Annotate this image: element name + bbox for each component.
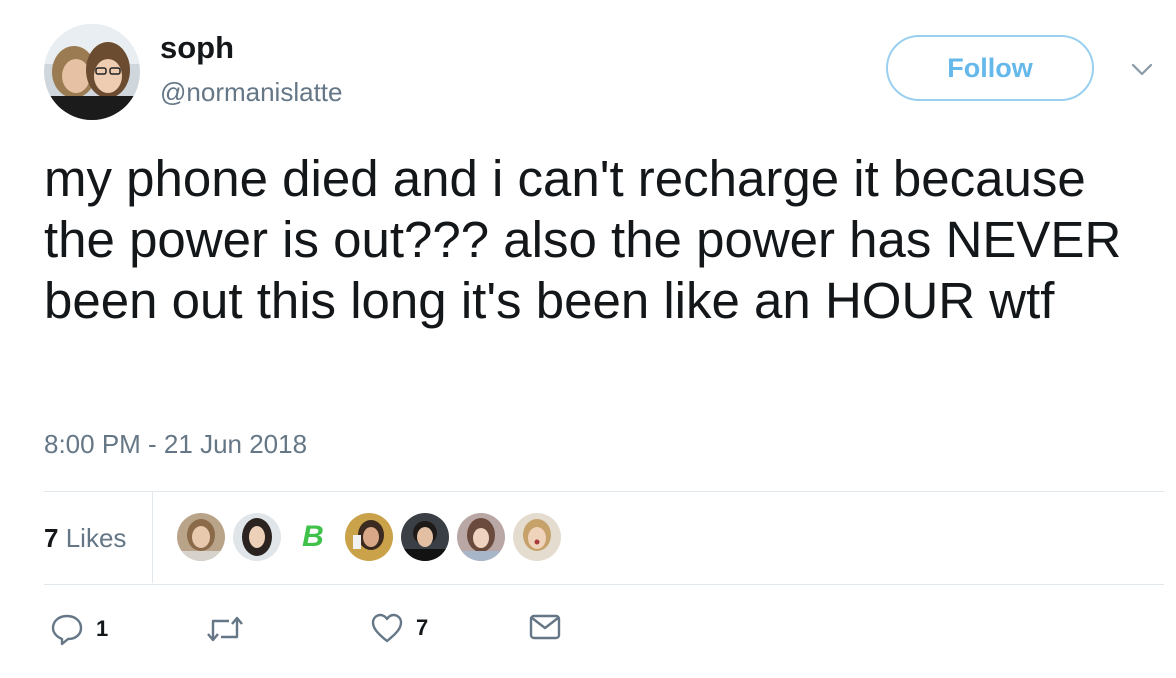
liker-avatar-6[interactable] <box>457 513 505 561</box>
tweet-timestamp[interactable]: 8:00 PM - 21 Jun 2018 <box>44 429 307 460</box>
reply-button[interactable]: 1 <box>50 612 108 646</box>
likes-label: Likes <box>65 523 127 553</box>
stats-bottom-divider <box>44 584 1164 585</box>
heart-icon <box>370 612 404 644</box>
retweet-button[interactable] <box>205 612 257 646</box>
reply-count: 1 <box>96 616 109 641</box>
like-count: 7 <box>416 615 429 640</box>
liker-avatar-1[interactable] <box>177 513 225 561</box>
envelope-icon <box>528 612 562 642</box>
display-name[interactable]: soph <box>160 30 234 66</box>
liker-avatar-3[interactable]: B <box>289 513 337 561</box>
follow-button[interactable]: Follow <box>886 35 1094 101</box>
direct-message-button[interactable] <box>528 612 562 642</box>
profile-avatar[interactable] <box>44 24 140 120</box>
chevron-down-icon[interactable] <box>1130 58 1154 82</box>
liker-avatar-3-glyph: B <box>302 520 324 553</box>
liker-avatar-2[interactable] <box>233 513 281 561</box>
liker-avatar-7[interactable] <box>513 513 561 561</box>
user-handle[interactable]: @normanislatte <box>160 77 342 108</box>
stats-top-divider <box>44 491 1164 492</box>
stats-vertical-divider <box>152 492 153 583</box>
tweet-actions: 1 7 <box>0 612 1176 652</box>
likes-count: 7 <box>44 523 59 553</box>
like-button[interactable]: 7 <box>370 612 428 644</box>
retweet-icon <box>205 612 245 646</box>
liker-avatar-5[interactable] <box>401 513 449 561</box>
tweet-text: my phone died and i can't recharge it be… <box>44 150 1122 329</box>
liker-avatars: B <box>177 513 561 561</box>
likes-stat[interactable]: 7 Likes <box>44 523 126 554</box>
reply-icon <box>50 612 84 646</box>
liker-avatar-4[interactable] <box>345 513 393 561</box>
